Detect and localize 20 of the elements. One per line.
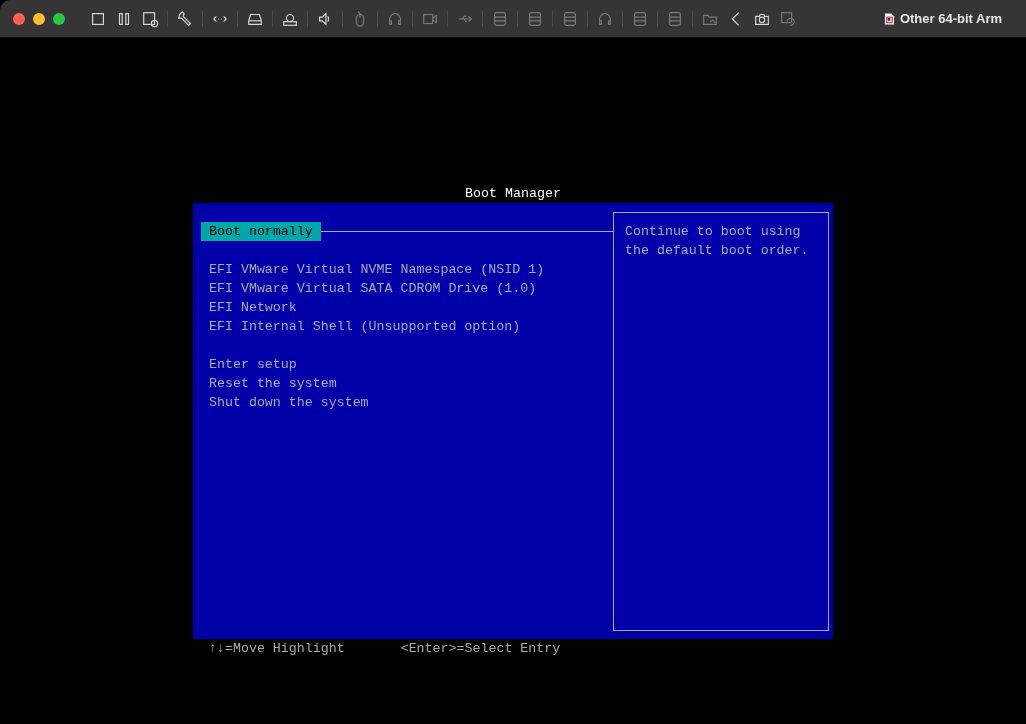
boot-menu-item[interactable]: EFI VMware Virtual NVME Namespace (NSID 1)	[201, 260, 553, 279]
help-text: the default boot order.	[625, 242, 810, 260]
minimize-button[interactable]	[33, 12, 45, 25]
window-title: Other 64-bit Arm	[899, 11, 1002, 26]
key-hint: <Enter>=Select Entry	[400, 640, 561, 658]
boot-menu-item[interactable]: EFI Network	[201, 298, 305, 317]
help-text: Continue to boot using	[625, 223, 802, 241]
boot-menu-item[interactable]: EFI VMware Virtual SATA CDROM Drive (1.0)	[201, 279, 545, 298]
screen-clock-icon[interactable]	[141, 9, 159, 28]
boot-menu-item[interactable]: Shut down the system	[201, 393, 377, 412]
boot-menu-item[interactable]: Boot normally	[201, 222, 321, 241]
key-hint: ↑↓=Move Highlight	[209, 640, 345, 658]
wrench-icon[interactable]	[176, 9, 194, 28]
close-button[interactable]	[13, 12, 25, 25]
boot-menu-item[interactable]: EFI Internal Shell (Unsupported option)	[201, 317, 529, 336]
boot-manager-title: Boot Manager	[464, 185, 562, 203]
boot-menu-item[interactable]: Reset the system	[201, 374, 345, 393]
zoom-button[interactable]	[53, 12, 65, 25]
boot-menu-item[interactable]: Enter setup	[201, 355, 305, 374]
document-icon	[883, 11, 895, 26]
